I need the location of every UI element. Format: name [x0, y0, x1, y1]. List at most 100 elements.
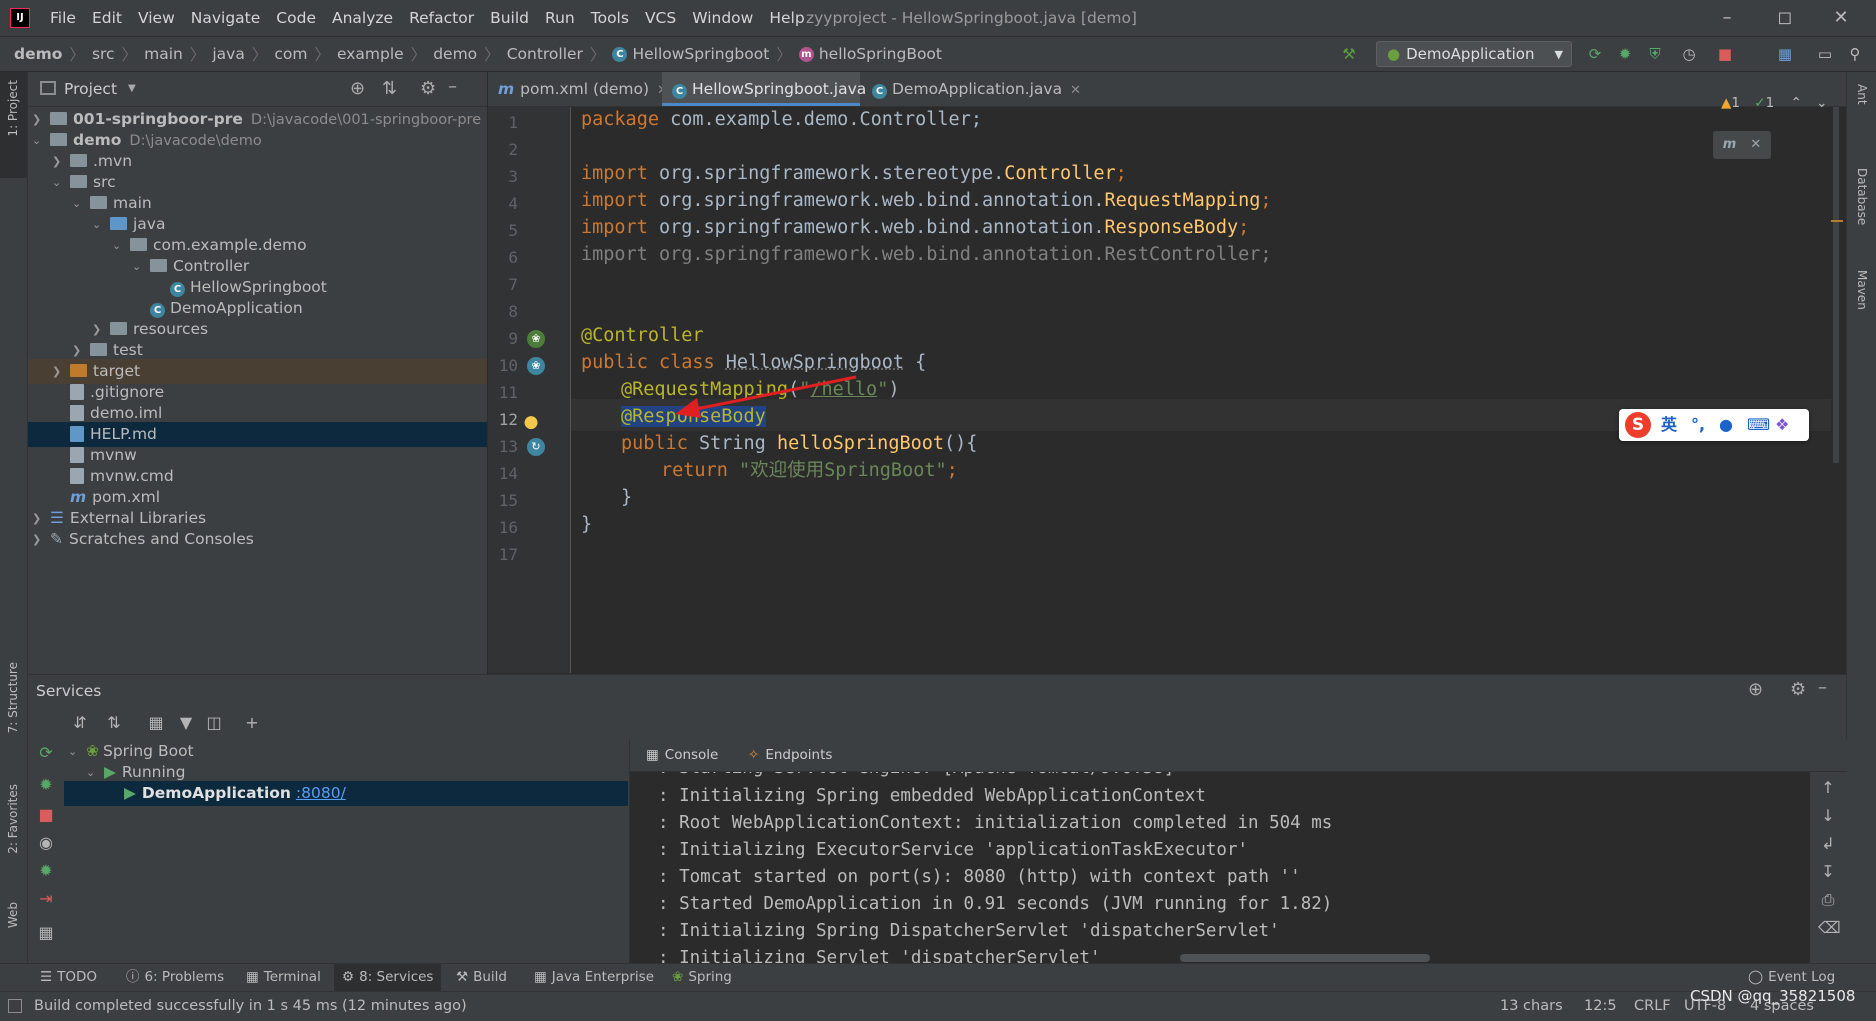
- ant-tool-button[interactable]: Ant: [1855, 84, 1869, 105]
- chevron-down-icon[interactable]: ⌄: [1816, 95, 1827, 111]
- locate-icon[interactable]: ⊕: [350, 78, 365, 99]
- favorites-tool-button[interactable]: 2: Favorites: [6, 784, 20, 854]
- chevron-up-icon[interactable]: ⌃: [1790, 95, 1801, 111]
- print-icon[interactable]: ⎙: [1818, 890, 1838, 910]
- keyboard-icon[interactable]: ⌨: [1747, 409, 1770, 441]
- minimize-icon[interactable]: –: [1700, 0, 1754, 36]
- maven-reload-popup[interactable]: m ✕: [1713, 131, 1771, 159]
- crumb-controller[interactable]: Controller: [507, 45, 583, 63]
- menu-tools[interactable]: Tools: [583, 0, 637, 36]
- apps-grid-icon[interactable]: ❖: [1775, 409, 1789, 441]
- maven-reload-icon[interactable]: m: [1723, 137, 1737, 152]
- expand-all-icon[interactable]: ⇵: [70, 713, 90, 733]
- collapse-all-icon[interactable]: ⇅: [382, 78, 397, 99]
- crumb-com[interactable]: com: [274, 45, 307, 63]
- project-view-title[interactable]: Project: [64, 72, 117, 106]
- line-separator[interactable]: CRLF: [1634, 992, 1671, 1021]
- add-icon[interactable]: +: [242, 713, 262, 733]
- spring-bean-gutter-icon[interactable]: ❀: [527, 330, 545, 348]
- menu-edit[interactable]: Edit: [84, 0, 130, 36]
- menu-view[interactable]: View: [130, 0, 183, 36]
- crumb-src[interactable]: src: [92, 45, 115, 63]
- menu-window[interactable]: Window: [684, 0, 761, 36]
- spring-bean-gutter-icon[interactable]: ❀: [527, 357, 545, 375]
- group-by-icon[interactable]: ▦: [146, 713, 166, 733]
- intention-bulb-icon[interactable]: ●: [519, 412, 543, 434]
- warning-stripe-mark[interactable]: [1831, 220, 1843, 222]
- menu-vcs[interactable]: VCS: [637, 0, 684, 36]
- trash-icon[interactable]: ⌫: [1818, 918, 1841, 938]
- stop-icon[interactable]: ■: [36, 805, 56, 825]
- tab-pom-xml[interactable]: mpom.xml (demo)✕: [488, 72, 668, 106]
- request-mapping-gutter-icon[interactable]: ↻: [527, 438, 545, 456]
- gear-icon[interactable]: ⚙: [1790, 679, 1806, 700]
- debug-icon[interactable]: ✹: [36, 861, 56, 881]
- menu-file[interactable]: File: [42, 0, 84, 36]
- services-tool-button[interactable]: ⚙ 8: Services: [334, 964, 442, 991]
- run-configuration-select[interactable]: ● DemoApplication ▼: [1376, 41, 1572, 67]
- caret-position[interactable]: 12:5: [1584, 992, 1617, 1021]
- menu-help[interactable]: Help: [761, 0, 812, 36]
- maximize-icon[interactable]: ◻: [1758, 0, 1812, 36]
- todo-tool-button[interactable]: ☰ TODO: [32, 964, 105, 991]
- exit-icon[interactable]: ⇥: [36, 889, 56, 909]
- problems-tool-button[interactable]: ⓘ 6: Problems: [118, 964, 232, 991]
- tab-hellowspringboot[interactable]: CHellowSpringboot.java✕: [662, 72, 885, 106]
- horizontal-scrollbar[interactable]: [1180, 954, 1430, 962]
- panel-icon[interactable]: ▭: [1816, 45, 1834, 63]
- filter-icon[interactable]: ▼: [176, 713, 196, 733]
- tab-console[interactable]: ▦ Console: [646, 739, 718, 771]
- soft-wrap-icon[interactable]: ↲: [1818, 834, 1838, 854]
- close-icon[interactable]: ✕: [1070, 83, 1081, 98]
- crumb-java[interactable]: java: [212, 45, 244, 63]
- menu-analyze[interactable]: Analyze: [324, 0, 401, 36]
- menu-run[interactable]: Run: [537, 0, 583, 36]
- sogou-logo-icon[interactable]: S: [1625, 412, 1651, 438]
- project-structure-icon[interactable]: ▦: [1776, 45, 1794, 63]
- coverage-icon[interactable]: ⛨: [1646, 45, 1664, 63]
- menu-build[interactable]: Build: [482, 0, 537, 36]
- debug-icon[interactable]: ✹: [1616, 45, 1634, 63]
- inspection-widget[interactable]: ▲1 ✓1 ⌃ ⌄: [1721, 95, 1827, 115]
- close-window-icon[interactable]: ✕: [1814, 0, 1868, 36]
- layout-toggle-icon[interactable]: [8, 999, 22, 1013]
- new-tab-icon[interactable]: ◫: [204, 713, 224, 733]
- microphone-icon[interactable]: ●: [1719, 409, 1733, 441]
- rerun-icon[interactable]: ⟳: [1586, 45, 1604, 63]
- code-editor[interactable]: package com.example.demo.Controller; imp…: [571, 95, 1846, 673]
- arrow-down-icon[interactable]: ↓: [1818, 806, 1838, 826]
- crumb-example[interactable]: example: [337, 45, 404, 63]
- menu-refactor[interactable]: Refactor: [401, 0, 482, 36]
- crumb-demo[interactable]: demo: [433, 45, 477, 63]
- java-enterprise-tool-button[interactable]: ▦ Java Enterprise: [526, 964, 662, 991]
- debug-icon[interactable]: ✹: [36, 775, 56, 795]
- editor-scrollbar[interactable]: [1833, 107, 1839, 463]
- tab-endpoints[interactable]: ✧ Endpoints: [748, 739, 832, 771]
- build-tool-button[interactable]: ⚒ Build: [448, 964, 515, 991]
- hide-panel-icon[interactable]: –: [1818, 677, 1827, 698]
- web-tool-button[interactable]: Web: [6, 902, 20, 928]
- scroll-to-end-icon[interactable]: ↧: [1818, 862, 1838, 882]
- project-tool-button[interactable]: 1: Project: [6, 80, 20, 137]
- profiler-icon[interactable]: ◷: [1680, 45, 1698, 63]
- database-tool-button[interactable]: Database: [1855, 168, 1869, 225]
- crumb-method[interactable]: helloSpringBoot: [819, 45, 942, 63]
- collapse-all-icon[interactable]: ⇅: [104, 713, 124, 733]
- maven-tool-button[interactable]: Maven: [1855, 270, 1869, 310]
- hide-panel-icon[interactable]: –: [448, 76, 457, 97]
- tree-item[interactable]: ❯ ✎ Scratches and Consoles: [28, 527, 487, 552]
- tree-item[interactable]: ▶ DemoApplication :8080/: [64, 781, 628, 806]
- terminal-tool-button[interactable]: ▦ Terminal: [238, 964, 329, 991]
- spring-tool-button[interactable]: ❀ Spring: [664, 964, 740, 991]
- menu-navigate[interactable]: Navigate: [183, 0, 269, 36]
- rerun-icon[interactable]: ⟳: [36, 743, 56, 763]
- punctuation-icon[interactable]: °,: [1691, 409, 1705, 441]
- structure-tool-button[interactable]: 7: Structure: [6, 662, 20, 733]
- arrow-up-icon[interactable]: ↑: [1818, 778, 1838, 798]
- crumb-project[interactable]: demo: [14, 45, 62, 63]
- crumb-class[interactable]: HellowSpringboot: [632, 45, 769, 63]
- camera-icon[interactable]: ◉: [36, 833, 56, 853]
- chevron-down-icon[interactable]: ▼: [128, 72, 136, 106]
- ime-language-toggle[interactable]: 英: [1661, 409, 1677, 441]
- port-link[interactable]: :8080/: [296, 784, 346, 802]
